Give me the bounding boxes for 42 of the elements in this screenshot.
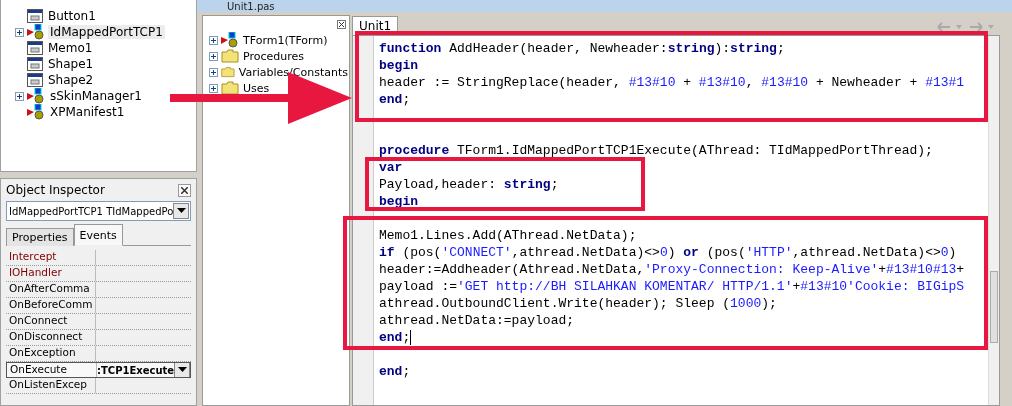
tree-item[interactable]: sSkinManager1 [48,89,144,103]
property-name[interactable]: OnDisconnect [6,330,96,345]
code-line: end; [379,92,411,107]
tree-item[interactable]: Uses [242,81,271,95]
code-line: athread.OutboundClient.Write(header); Sleep (1000); [379,296,777,311]
code-line: payload :='GET http://BH SILAHKAN KOMENTAR/ HTTP/1.1'+#13#10'Cookie: BIGipS [379,279,965,294]
code-line: if (pos('CONNECT',athread.NetData)<>0) or (pos('HTTP',athread.NetData)<>0) [379,245,957,260]
tree-item[interactable]: Procedures [242,49,305,63]
code-line: header := StringReplace(header, #13#10 + #13#10, #13#10 + Newheader + #13#1 [379,75,965,90]
tree-item[interactable]: Shape1 [46,57,96,71]
property-name[interactable]: OnException [6,346,96,361]
code-line: Payload,header: string; [379,177,559,192]
tree-item[interactable]: TForm1(TForm) [242,33,329,47]
tree-item[interactable]: IdMappedPortTCP1 [48,25,165,39]
code-line: begin [379,58,418,73]
panel-title: Object Inspector [6,183,105,197]
code-line: function AddHeader(header, Newheader:string):string; [379,41,785,56]
code-line: procedure TForm1.IdMappedPortTCP1Execute(AThread: TIdMappedPortThread); [379,143,933,158]
code-line: end; [379,364,411,379]
inspector-tab[interactable]: Events [73,224,123,246]
code-line: Memo1.Lines.Add(AThread.NetData); [379,228,637,243]
tree-item[interactable]: Memo1 [46,41,95,55]
property-name[interactable]: OnExecute [7,363,97,377]
code-line: end; [379,330,411,345]
property-name[interactable]: Intercept [6,250,96,265]
code-line: athread.NetData:=payload; [379,313,575,328]
code-line: var [379,160,403,175]
tree-item[interactable]: Button1 [46,9,98,23]
code-line: begin [379,194,418,209]
property-name[interactable]: OnBeforeComm [6,298,96,313]
window-title: Unit1.pas [227,1,275,12]
property-name[interactable]: OnListenExcep [6,378,96,393]
tree-item[interactable]: Shape2 [46,73,96,87]
property-value[interactable]: :TCP1Execute [97,364,175,376]
object-select[interactable]: IdMappedPortTCP1 TIdMappedPo [6,201,191,221]
tree-item[interactable]: Variables/Constants [237,65,349,79]
code-line: header:=Addheader(Athread.NetData,'Proxy-Connection: Keep-Alive'+#13#10#13+ [379,262,965,277]
inspector-tab[interactable]: Properties [6,228,74,246]
property-name[interactable]: OnConnect [6,314,96,329]
property-name[interactable]: IOHandler [6,266,96,281]
property-name[interactable]: OnAfterComma [6,282,96,297]
tree-item[interactable]: XPManifest1 [48,105,127,119]
